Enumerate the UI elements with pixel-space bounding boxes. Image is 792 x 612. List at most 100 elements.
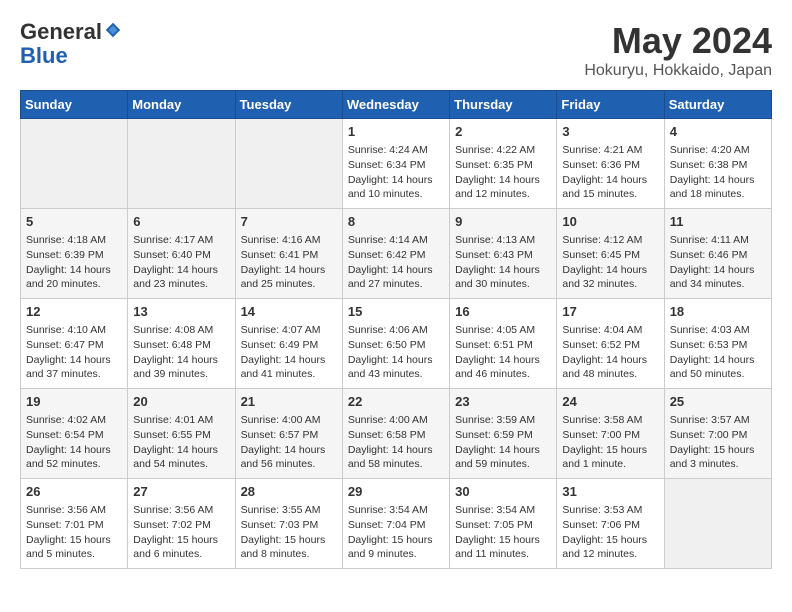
day-number: 13: [133, 303, 229, 321]
day-info: Sunrise: 3:55 AM Sunset: 7:03 PM Dayligh…: [241, 503, 337, 562]
day-number: 4: [670, 123, 766, 141]
day-info: Sunrise: 4:17 AM Sunset: 6:40 PM Dayligh…: [133, 233, 229, 292]
page-header: General Blue May 2024 Hokuryu, Hokkaido,…: [20, 20, 772, 80]
title-block: May 2024 Hokuryu, Hokkaido, Japan: [584, 20, 772, 80]
calendar-cell: 24 Sunrise: 3:58 AM Sunset: 7:00 PM Dayli…: [557, 389, 664, 479]
location-title: Hokuryu, Hokkaido, Japan: [584, 62, 772, 80]
day-info: Sunrise: 3:54 AM Sunset: 7:04 PM Dayligh…: [348, 503, 444, 562]
day-number: 7: [241, 213, 337, 231]
calendar-cell: [21, 119, 128, 209]
day-number: 25: [670, 393, 766, 411]
day-number: 18: [670, 303, 766, 321]
calendar-cell: 11Sunrise: 4:11 AM Sunset: 6:46 PM Dayli…: [664, 209, 771, 299]
calendar-header-row: SundayMondayTuesdayWednesdayThursdayFrid…: [21, 91, 772, 119]
day-info: Sunrise: 4:03 AM Sunset: 6:53 PM Dayligh…: [670, 323, 766, 382]
calendar-cell: [664, 479, 771, 569]
calendar-cell: 1 Sunrise: 4:24 AM Sunset: 6:34 PM Daylig…: [342, 119, 449, 209]
calendar-table: SundayMondayTuesdayWednesdayThursdayFrid…: [20, 90, 772, 569]
logo-general-text: General: [20, 19, 102, 44]
day-info: Sunrise: 4:08 AM Sunset: 6:48 PM Dayligh…: [133, 323, 229, 382]
day-info: Sunrise: 4:06 AM Sunset: 6:50 PM Dayligh…: [348, 323, 444, 382]
calendar-cell: 21 Sunrise: 4:00 AM Sunset: 6:57 PM Dayli…: [235, 389, 342, 479]
calendar-cell: 2 Sunrise: 4:22 AM Sunset: 6:35 PM Daylig…: [450, 119, 557, 209]
day-info: Sunrise: 4:00 AM Sunset: 6:58 PM Dayligh…: [348, 413, 444, 472]
day-info: Sunrise: 4:14 AM Sunset: 6:42 PM Dayligh…: [348, 233, 444, 292]
day-number: 28: [241, 483, 337, 501]
day-info: Sunrise: 4:07 AM Sunset: 6:49 PM Dayligh…: [241, 323, 337, 382]
day-number: 29: [348, 483, 444, 501]
calendar-cell: 29 Sunrise: 3:54 AM Sunset: 7:04 PM Dayli…: [342, 479, 449, 569]
day-info: Sunrise: 3:58 AM Sunset: 7:00 PM Dayligh…: [562, 413, 658, 472]
calendar-week-1: 1 Sunrise: 4:24 AM Sunset: 6:34 PM Daylig…: [21, 119, 772, 209]
day-info: Sunrise: 4:05 AM Sunset: 6:51 PM Dayligh…: [455, 323, 551, 382]
logo: General Blue: [20, 20, 122, 68]
day-info: Sunrise: 4:22 AM Sunset: 6:35 PM Dayligh…: [455, 143, 551, 202]
day-number: 11: [670, 213, 766, 231]
calendar-cell: 7 Sunrise: 4:16 AM Sunset: 6:41 PM Daylig…: [235, 209, 342, 299]
day-number: 1: [348, 123, 444, 141]
day-info: Sunrise: 3:56 AM Sunset: 7:02 PM Dayligh…: [133, 503, 229, 562]
calendar-cell: 9 Sunrise: 4:13 AM Sunset: 6:43 PM Daylig…: [450, 209, 557, 299]
day-info: Sunrise: 3:57 AM Sunset: 7:00 PM Dayligh…: [670, 413, 766, 472]
day-info: Sunrise: 4:24 AM Sunset: 6:34 PM Dayligh…: [348, 143, 444, 202]
day-number: 12: [26, 303, 122, 321]
calendar-cell: 17Sunrise: 4:04 AM Sunset: 6:52 PM Dayli…: [557, 299, 664, 389]
day-number: 23: [455, 393, 551, 411]
day-info: Sunrise: 3:56 AM Sunset: 7:01 PM Dayligh…: [26, 503, 122, 562]
day-number: 19: [26, 393, 122, 411]
day-number: 3: [562, 123, 658, 141]
calendar-cell: 27 Sunrise: 3:56 AM Sunset: 7:02 PM Dayli…: [128, 479, 235, 569]
calendar-cell: 23 Sunrise: 3:59 AM Sunset: 6:59 PM Dayli…: [450, 389, 557, 479]
calendar-cell: 14 Sunrise: 4:07 AM Sunset: 6:49 PM Dayli…: [235, 299, 342, 389]
calendar-cell: 15Sunrise: 4:06 AM Sunset: 6:50 PM Dayli…: [342, 299, 449, 389]
day-number: 27: [133, 483, 229, 501]
calendar-cell: 20 Sunrise: 4:01 AM Sunset: 6:55 PM Dayli…: [128, 389, 235, 479]
calendar-cell: 13 Sunrise: 4:08 AM Sunset: 6:48 PM Dayli…: [128, 299, 235, 389]
day-number: 9: [455, 213, 551, 231]
day-info: Sunrise: 4:13 AM Sunset: 6:43 PM Dayligh…: [455, 233, 551, 292]
day-number: 5: [26, 213, 122, 231]
day-number: 20: [133, 393, 229, 411]
logo-icon: [104, 21, 122, 39]
month-title: May 2024: [584, 20, 772, 62]
day-number: 21: [241, 393, 337, 411]
calendar-cell: 12 Sunrise: 4:10 AM Sunset: 6:47 PM Dayli…: [21, 299, 128, 389]
day-info: Sunrise: 3:59 AM Sunset: 6:59 PM Dayligh…: [455, 413, 551, 472]
calendar-cell: 5 Sunrise: 4:18 AM Sunset: 6:39 PM Daylig…: [21, 209, 128, 299]
day-number: 2: [455, 123, 551, 141]
header-tuesday: Tuesday: [235, 91, 342, 119]
day-info: Sunrise: 4:01 AM Sunset: 6:55 PM Dayligh…: [133, 413, 229, 472]
day-number: 16: [455, 303, 551, 321]
calendar-week-3: 12 Sunrise: 4:10 AM Sunset: 6:47 PM Dayli…: [21, 299, 772, 389]
calendar-cell: 22Sunrise: 4:00 AM Sunset: 6:58 PM Dayli…: [342, 389, 449, 479]
day-number: 24: [562, 393, 658, 411]
day-info: Sunrise: 4:21 AM Sunset: 6:36 PM Dayligh…: [562, 143, 658, 202]
day-info: Sunrise: 4:10 AM Sunset: 6:47 PM Dayligh…: [26, 323, 122, 382]
calendar-cell: [235, 119, 342, 209]
calendar-cell: 30 Sunrise: 3:54 AM Sunset: 7:05 PM Dayli…: [450, 479, 557, 569]
calendar-cell: 16 Sunrise: 4:05 AM Sunset: 6:51 PM Dayli…: [450, 299, 557, 389]
calendar-cell: 19Sunrise: 4:02 AM Sunset: 6:54 PM Dayli…: [21, 389, 128, 479]
day-number: 8: [348, 213, 444, 231]
calendar-week-2: 5 Sunrise: 4:18 AM Sunset: 6:39 PM Daylig…: [21, 209, 772, 299]
calendar-cell: 8 Sunrise: 4:14 AM Sunset: 6:42 PM Daylig…: [342, 209, 449, 299]
day-info: Sunrise: 3:54 AM Sunset: 7:05 PM Dayligh…: [455, 503, 551, 562]
day-info: Sunrise: 4:04 AM Sunset: 6:52 PM Dayligh…: [562, 323, 658, 382]
day-info: Sunrise: 4:12 AM Sunset: 6:45 PM Dayligh…: [562, 233, 658, 292]
day-info: Sunrise: 4:16 AM Sunset: 6:41 PM Dayligh…: [241, 233, 337, 292]
day-info: Sunrise: 4:00 AM Sunset: 6:57 PM Dayligh…: [241, 413, 337, 472]
header-saturday: Saturday: [664, 91, 771, 119]
calendar-cell: 28 Sunrise: 3:55 AM Sunset: 7:03 PM Dayli…: [235, 479, 342, 569]
day-number: 30: [455, 483, 551, 501]
day-info: Sunrise: 3:53 AM Sunset: 7:06 PM Dayligh…: [562, 503, 658, 562]
header-monday: Monday: [128, 91, 235, 119]
calendar-cell: 26Sunrise: 3:56 AM Sunset: 7:01 PM Dayli…: [21, 479, 128, 569]
day-info: Sunrise: 4:20 AM Sunset: 6:38 PM Dayligh…: [670, 143, 766, 202]
day-number: 14: [241, 303, 337, 321]
day-number: 6: [133, 213, 229, 231]
day-info: Sunrise: 4:18 AM Sunset: 6:39 PM Dayligh…: [26, 233, 122, 292]
header-wednesday: Wednesday: [342, 91, 449, 119]
calendar-cell: 3 Sunrise: 4:21 AM Sunset: 6:36 PM Daylig…: [557, 119, 664, 209]
calendar-cell: 10Sunrise: 4:12 AM Sunset: 6:45 PM Dayli…: [557, 209, 664, 299]
calendar-cell: 18 Sunrise: 4:03 AM Sunset: 6:53 PM Dayli…: [664, 299, 771, 389]
